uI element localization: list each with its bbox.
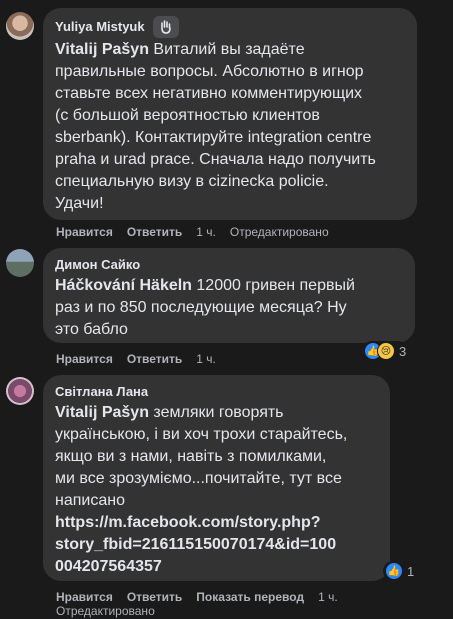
reply-button[interactable]: Ответить	[127, 351, 182, 367]
edited-label: Отредактировано	[56, 604, 155, 618]
comment-text: Vitalij Pašyn земляки говорять українськ…	[55, 404, 348, 575]
wave-icon	[152, 16, 179, 38]
comment-bubble: Димон Сайко Háčkování Häkeln 12000 гриве…	[43, 248, 415, 343]
reaction-count: 3	[399, 343, 407, 359]
like-icon: 👍	[385, 562, 403, 580]
avatar[interactable]	[6, 12, 34, 40]
avatar[interactable]	[6, 377, 34, 405]
translate-button[interactable]: Показать перевод	[196, 589, 304, 605]
edited-label: Отредактировано	[229, 225, 329, 239]
avatar[interactable]	[6, 249, 34, 277]
mention-link[interactable]: Vitalij Pašyn	[55, 404, 149, 421]
mention-link[interactable]: Vitalij Pašyn	[55, 41, 149, 58]
comment-text: Vitalij Pašyn Виталий вы задаёте правиль…	[55, 41, 376, 212]
reactions-summary[interactable]: 👍 😢 3	[362, 341, 409, 361]
like-button[interactable]: Нравится	[56, 224, 113, 240]
reply-button[interactable]: Ответить	[127, 224, 182, 240]
timestamp[interactable]: 1 ч.	[196, 351, 216, 367]
comment-bubble: Yuliya Mistyuk Vitalij Pašyn Виталий вы …	[43, 8, 417, 220]
comment-bubble: Світлана Лана Vitalij Pašyn земляки гово…	[43, 375, 390, 581]
mention-link[interactable]: Háčkování Häkeln	[55, 277, 192, 294]
url-link[interactable]: https://m.facebook.com/story.php? story_f…	[55, 514, 336, 575]
comment-text: Háčkování Häkeln 12000 гривен первый раз…	[55, 277, 355, 338]
sad-icon: 😢	[377, 342, 395, 360]
reaction-count: 1	[407, 563, 415, 579]
comment-author[interactable]: Світлана Лана	[55, 383, 148, 401]
comment-author[interactable]: Димон Сайко	[55, 256, 140, 274]
comment-actions: Нравится Ответить 1 ч. Отредактировано	[56, 224, 329, 240]
timestamp[interactable]: 1 ч.	[196, 224, 216, 240]
reactions-summary[interactable]: 👍 1	[383, 561, 417, 581]
comment-actions-edited: Отредактировано	[56, 603, 155, 619]
comment-author[interactable]: Yuliya Mistyuk	[55, 18, 145, 36]
like-button[interactable]: Нравится	[56, 351, 113, 367]
timestamp[interactable]: 1 ч.	[318, 589, 338, 605]
comment-actions: Нравится Ответить 1 ч.	[56, 351, 216, 367]
